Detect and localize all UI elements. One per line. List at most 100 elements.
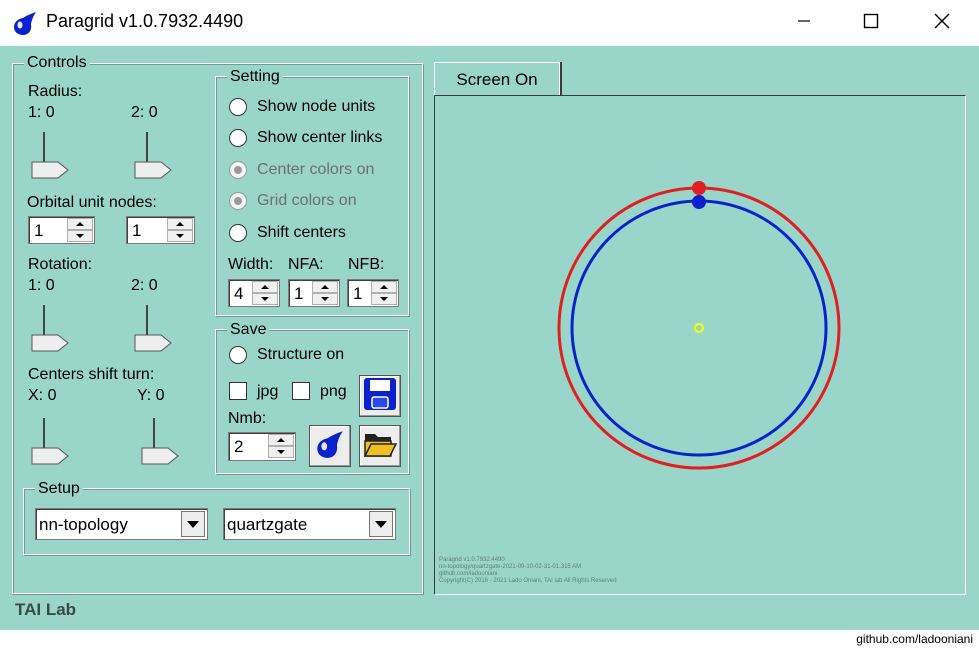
- spin-down-button[interactable]: [167, 230, 193, 242]
- center-point: [694, 323, 704, 333]
- nmb-spin[interactable]: 2: [228, 432, 296, 461]
- shift-y-value: Y: 0: [137, 387, 165, 404]
- show-center-links-label: Show center links: [257, 129, 383, 146]
- width-label: Width:: [228, 256, 274, 273]
- jpg-checkbox[interactable]: [229, 382, 247, 400]
- radius-label: Radius:: [28, 83, 83, 100]
- github-label: github.com/ladooniani: [856, 632, 973, 646]
- nfa-value: 1: [294, 284, 304, 303]
- spin-up-button[interactable]: [252, 281, 278, 293]
- spin-down-button[interactable]: [312, 293, 338, 305]
- canvas-copyright: Paragrid v1.0.7932.4490 nn-topology/quar…: [439, 557, 617, 585]
- maximize-icon: [863, 13, 879, 34]
- width-spin[interactable]: 4: [228, 279, 280, 307]
- structure-on-radio[interactable]: [229, 346, 247, 364]
- open-folder-icon: [363, 429, 398, 464]
- spin-down-button[interactable]: [268, 446, 294, 458]
- paragrid-button[interactable]: [309, 425, 351, 467]
- gate-select[interactable]: quartzgate: [223, 508, 396, 540]
- structure-on-label: Structure on: [257, 346, 345, 363]
- save-button[interactable]: [359, 375, 401, 417]
- save-legend: Save: [227, 321, 270, 339]
- nmb-label: Nmb:: [228, 410, 267, 427]
- orbital-1-value: 1: [34, 221, 44, 240]
- blue-drop-icon: [315, 429, 345, 464]
- grid-colors-label: Grid colors on: [257, 192, 357, 209]
- minimize-icon: [797, 14, 811, 33]
- orbital-1-spin[interactable]: 1: [28, 216, 95, 244]
- inner-node: [692, 195, 706, 209]
- nfb-spin[interactable]: 1: [347, 279, 399, 307]
- copyright-line: nn-topology/quartzgate-2021-09-10-02-31-…: [439, 564, 582, 570]
- center-colors-radio: [229, 161, 247, 179]
- shift-x-value: X: 0: [28, 387, 57, 404]
- rotation-1-value: 1: 0: [28, 277, 55, 294]
- tab-screen-on[interactable]: Screen On: [434, 62, 560, 96]
- close-button[interactable]: [919, 0, 965, 46]
- center-colors-label: Center colors on: [257, 161, 375, 178]
- shift-label: Centers shift turn:: [28, 366, 155, 383]
- topology-select[interactable]: nn-topology: [35, 508, 208, 540]
- radius-1-value: 1: 0: [28, 104, 55, 121]
- copyright-line: Copyright(C) 2016 - 2021 Lado Oniani, TA…: [439, 578, 617, 584]
- png-checkbox[interactable]: [292, 382, 310, 400]
- nfa-label: NFA:: [288, 256, 324, 273]
- grid-colors-radio: [229, 192, 247, 210]
- width-value: 4: [234, 284, 244, 303]
- shift-y-slider[interactable]: [140, 418, 180, 466]
- tab-screen-on-label: Screen On: [456, 69, 538, 89]
- orbital-2-value: 1: [132, 221, 142, 240]
- spin-up-button[interactable]: [167, 218, 193, 230]
- rotation-1-slider[interactable]: [30, 305, 70, 353]
- controls-legend: Controls: [24, 54, 90, 72]
- setup-legend: Setup: [35, 480, 83, 498]
- spin-down-button[interactable]: [252, 293, 278, 305]
- window-title: Paragrid v1.0.7932.4490: [46, 11, 244, 31]
- maximize-button[interactable]: [848, 0, 894, 46]
- spin-up-button[interactable]: [67, 218, 93, 230]
- nfb-label: NFB:: [348, 256, 385, 273]
- rotation-2-value: 2: 0: [131, 277, 158, 294]
- chevron-down-icon[interactable]: [369, 511, 393, 537]
- footer-strip: github.com/ladooniani: [0, 630, 979, 649]
- spin-up-button[interactable]: [371, 281, 397, 293]
- png-label: png: [320, 383, 347, 400]
- minimize-button[interactable]: [781, 0, 827, 46]
- orbital-label: Orbital unit nodes:: [27, 194, 157, 211]
- spin-up-button[interactable]: [312, 281, 338, 293]
- open-folder-button[interactable]: [359, 425, 401, 467]
- rotation-label: Rotation:: [28, 256, 93, 273]
- shift-x-slider[interactable]: [30, 418, 70, 466]
- blue-drop-icon: [12, 10, 38, 36]
- title-bar[interactable]: Paragrid v1.0.7932.4490: [0, 0, 979, 46]
- rotation-2-slider[interactable]: [133, 305, 173, 353]
- spin-down-button[interactable]: [67, 230, 93, 242]
- copyright-line: github.com/ladooniani: [439, 571, 498, 577]
- orbital-2-spin[interactable]: 1: [126, 216, 195, 244]
- jpg-label: jpg: [257, 383, 279, 400]
- copyright-line: Paragrid v1.0.7932.4490: [439, 557, 505, 563]
- nfb-value: 1: [353, 284, 363, 303]
- show-center-links-radio[interactable]: [229, 129, 247, 147]
- radius-2-value: 2: 0: [131, 104, 158, 121]
- lab-label: TAI Lab: [15, 600, 77, 619]
- gate-select-value: quartzgate: [227, 515, 308, 534]
- chevron-down-icon[interactable]: [181, 511, 205, 537]
- shift-centers-radio[interactable]: [229, 224, 247, 242]
- nfa-spin[interactable]: 1: [288, 279, 340, 307]
- radius-2-slider[interactable]: [133, 132, 173, 180]
- drawing-canvas[interactable]: [434, 95, 966, 595]
- floppy-disk-icon: [363, 377, 397, 416]
- radius-1-slider[interactable]: [30, 132, 70, 180]
- close-icon: [934, 13, 950, 34]
- nmb-value: 2: [234, 437, 244, 456]
- setting-legend: Setting: [227, 68, 283, 86]
- outer-circle: [557, 186, 841, 470]
- spin-up-button[interactable]: [268, 434, 294, 446]
- show-node-units-radio[interactable]: [229, 98, 247, 116]
- topology-select-value: nn-topology: [39, 515, 128, 534]
- shift-centers-label: Shift centers: [257, 224, 346, 241]
- show-node-units-label: Show node units: [257, 98, 376, 115]
- spin-down-button[interactable]: [371, 293, 397, 305]
- outer-node: [692, 181, 706, 195]
